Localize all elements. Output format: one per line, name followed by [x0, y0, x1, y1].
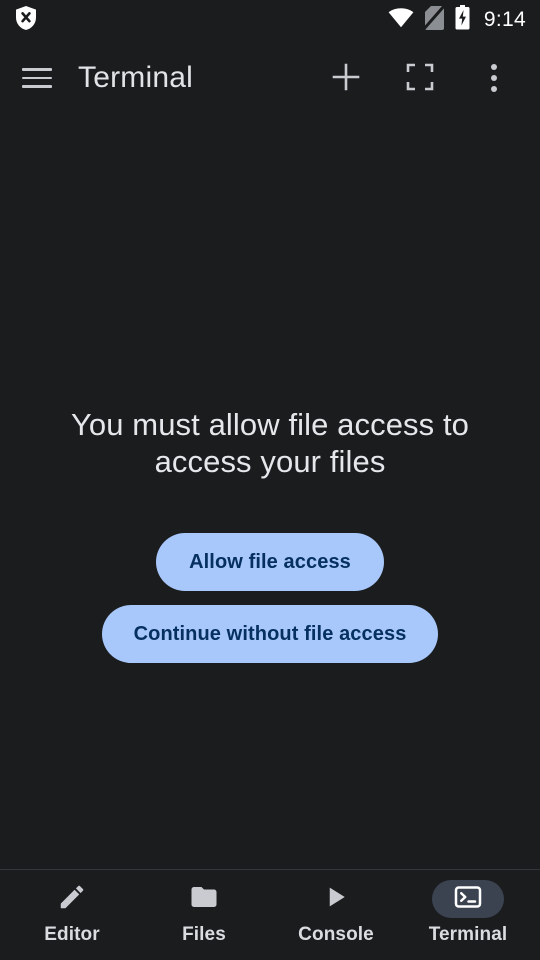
plus-icon — [330, 61, 362, 96]
status-bar: 9:14 — [0, 0, 540, 40]
fullscreen-icon — [405, 62, 435, 95]
nav-icon-wrap-console — [300, 880, 372, 918]
play-icon — [321, 882, 351, 917]
battery-charging-icon — [455, 5, 470, 35]
shield-x-icon — [14, 5, 38, 36]
app-bar-actions — [322, 54, 526, 102]
nav-item-console[interactable]: Console — [270, 870, 402, 946]
main-content: You must allow file access to access you… — [0, 116, 540, 869]
nav-icon-wrap-editor — [36, 880, 108, 918]
permission-message: You must allow file access to access you… — [70, 407, 470, 479]
allow-file-access-button[interactable]: Allow file access — [156, 533, 384, 591]
pencil-icon — [57, 882, 87, 917]
continue-without-file-access-button[interactable]: Continue without file access — [102, 605, 438, 663]
folder-icon — [189, 882, 219, 917]
nav-label-files: Files — [182, 924, 226, 945]
nav-item-editor[interactable]: Editor — [6, 870, 138, 946]
file-access-permission-prompt: You must allow file access to access you… — [0, 406, 540, 663]
terminal-icon — [453, 882, 483, 917]
status-bar-right: 9:14 — [388, 3, 526, 35]
nav-icon-wrap-terminal — [432, 880, 504, 918]
fullscreen-button[interactable] — [396, 54, 444, 102]
bottom-navigation-bar: Editor Files Console Terminal — [0, 869, 540, 960]
nav-item-files[interactable]: Files — [138, 870, 270, 946]
overflow-menu-button[interactable] — [470, 54, 518, 102]
nav-label-console: Console — [298, 924, 374, 945]
nav-label-terminal: Terminal — [428, 924, 508, 945]
more-vert-icon — [479, 58, 509, 98]
nav-icon-wrap-files — [168, 880, 240, 918]
page-title: Terminal — [78, 61, 193, 94]
no-sim-icon — [423, 3, 446, 35]
nav-item-terminal[interactable]: Terminal — [402, 870, 534, 946]
wifi-icon — [388, 7, 414, 33]
hamburger-menu-icon[interactable] — [22, 54, 52, 102]
app-bar: Terminal — [0, 40, 540, 116]
app-screen: 9:14 Terminal You must allow file access… — [0, 0, 540, 960]
add-session-button[interactable] — [322, 54, 370, 102]
status-bar-left — [14, 5, 38, 36]
nav-label-editor: Editor — [44, 924, 100, 945]
status-bar-clock: 9:14 — [483, 8, 526, 31]
